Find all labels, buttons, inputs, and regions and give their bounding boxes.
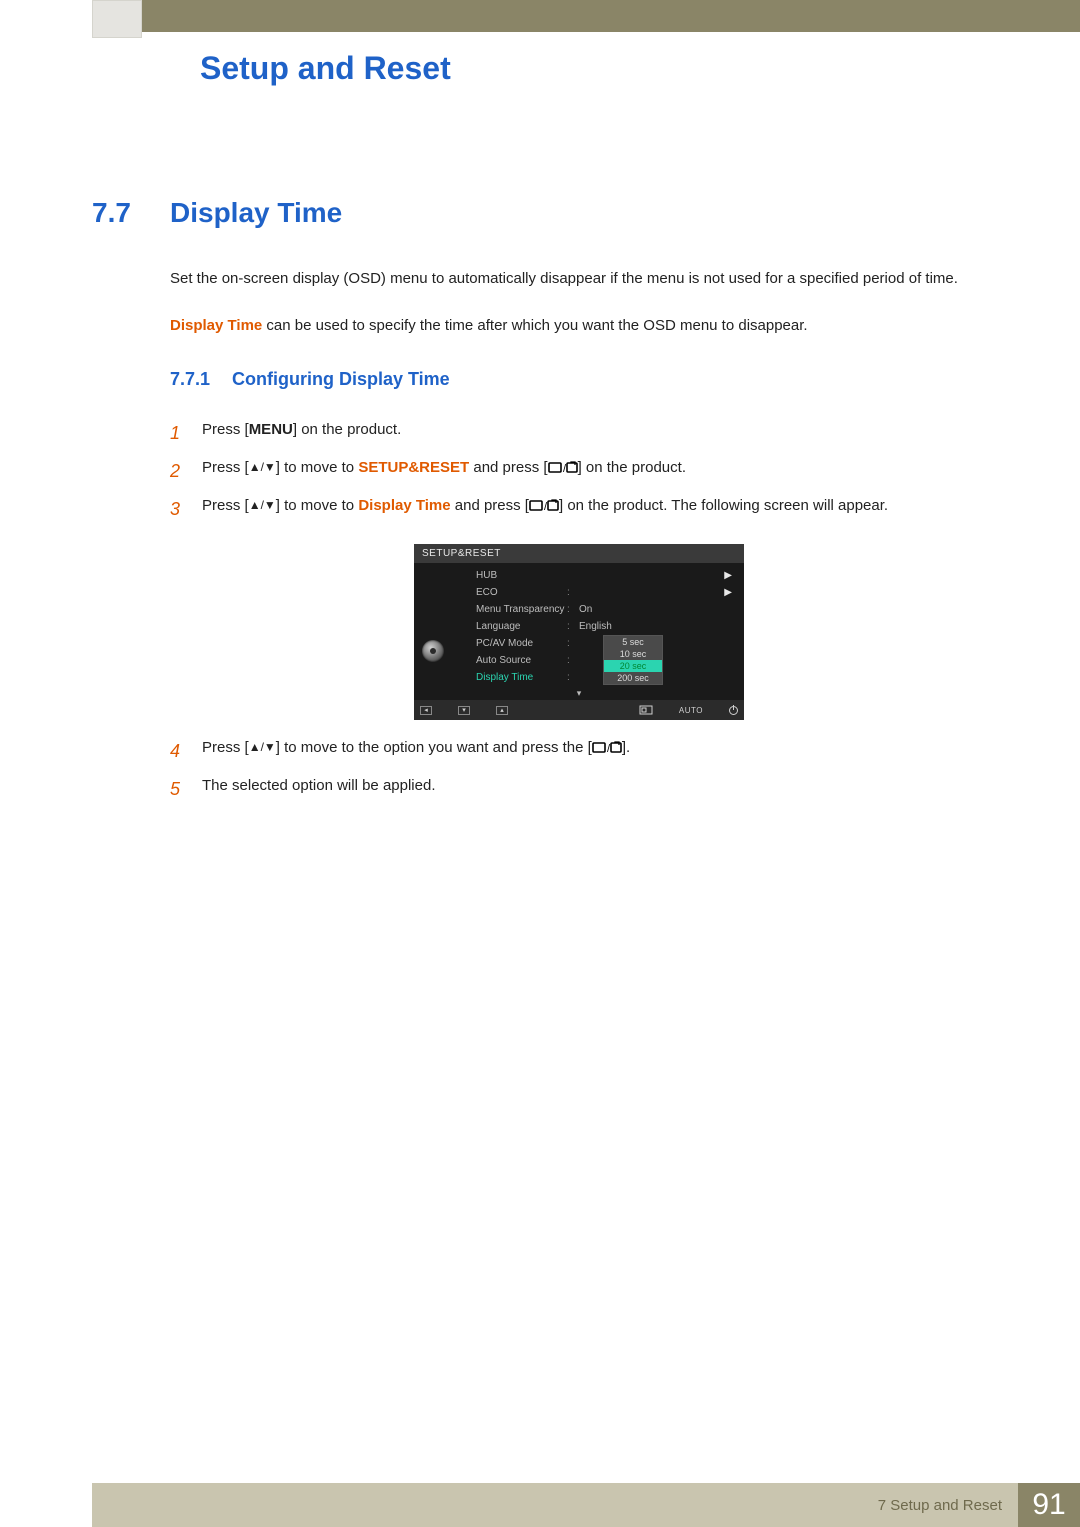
- footer-chapter: 7 Setup and Reset: [878, 1497, 1002, 1514]
- step-number: 5: [170, 772, 202, 806]
- section-heading: 7.7 Display Time: [92, 197, 988, 229]
- step-text: Press [▲/▼] to move to Display Time and …: [202, 492, 988, 521]
- section-number: 7.7: [92, 197, 170, 229]
- footer-page-number: 91: [1018, 1483, 1080, 1527]
- intro-paragraph-2: Display Time can be used to specify the …: [170, 314, 988, 339]
- step-number: 4: [170, 734, 202, 768]
- osd-row-label: Display Time: [452, 672, 567, 683]
- page-footer: 7 Setup and Reset 91: [92, 1483, 1080, 1527]
- osd-row: Menu Transparency:On: [452, 601, 736, 618]
- step-number: 1: [170, 416, 202, 450]
- osd-row-label: PC/AV Mode: [452, 638, 567, 649]
- enter-source-icon: /: [529, 497, 559, 514]
- step-text: The selected option will be applied.: [202, 772, 988, 801]
- step-1: 1 Press [MENU] on the product.: [170, 416, 988, 450]
- header-bar: [92, 0, 1080, 32]
- osd-menu-list: HUB▶ECO:▶Menu Transparency:OnLanguage:En…: [452, 563, 744, 688]
- osd-sidebar: [414, 563, 452, 688]
- step-number: 2: [170, 454, 202, 488]
- osd-row-label: Menu Transparency: [452, 604, 567, 615]
- osd-row: ECO: ▶: [452, 584, 736, 601]
- intro2-rest: can be used to specify the time after wh…: [262, 317, 807, 334]
- osd-screenshot: SETUP&RESET HUB▶ECO:▶Menu Transparency:O…: [170, 544, 988, 720]
- osd-row-label: Language: [452, 621, 567, 632]
- osd-row-colon: :: [567, 621, 579, 632]
- step-5: 5 The selected option will be applied.: [170, 772, 988, 806]
- nav-left-icon: ◂: [420, 706, 432, 715]
- up-down-icon: ▲/▼: [249, 740, 276, 754]
- nav-down-icon: ▾: [458, 706, 470, 715]
- intro-paragraph-1: Set the on-screen display (OSD) menu to …: [170, 267, 988, 292]
- osd-row: HUB ▶: [452, 567, 736, 584]
- osd-dropdown: 5 sec10 sec20 sec200 sec: [603, 635, 663, 685]
- up-down-icon: ▲/▼: [249, 498, 276, 512]
- osd-dropdown-item: 200 sec: [604, 672, 662, 684]
- osd-row-label: Auto Source: [452, 655, 567, 666]
- enter-source-icon: /: [548, 459, 578, 476]
- osd-row: Language:English: [452, 618, 736, 635]
- nav-source-icon: [639, 705, 653, 715]
- step-text: Press [MENU] on the product.: [202, 416, 988, 445]
- osd-bottom-bar: ◂ ▾ ▴ AUTO: [414, 700, 744, 720]
- menu-key: MENU: [249, 421, 293, 438]
- nav-auto-label: AUTO: [679, 706, 703, 715]
- osd-row: Auto Source:: [452, 652, 736, 669]
- osd-dropdown-item: 10 sec: [604, 648, 662, 660]
- enter-source-icon: /: [592, 739, 622, 756]
- step-3: 3 Press [▲/▼] to move to Display Time an…: [170, 492, 988, 526]
- chapter-title: Setup and Reset: [200, 50, 1080, 87]
- osd-row-colon: :: [567, 587, 579, 598]
- osd-title: SETUP&RESET: [414, 544, 744, 563]
- osd-panel: SETUP&RESET HUB▶ECO:▶Menu Transparency:O…: [414, 544, 744, 720]
- section-title: Display Time: [170, 197, 342, 229]
- chapter-tab: [92, 0, 142, 38]
- page-body: 7.7 Display Time Set the on-screen displ…: [92, 87, 988, 806]
- osd-scroll-down-icon: ▾: [414, 688, 744, 700]
- step-2: 2 Press [▲/▼] to move to SETUP&RESET and…: [170, 454, 988, 488]
- step-4: 4 Press [▲/▼] to move to the option you …: [170, 734, 988, 768]
- step-text: Press [▲/▼] to move to the option you wa…: [202, 734, 988, 763]
- subsection-title: Configuring Display Time: [232, 369, 450, 390]
- setup-reset-label: SETUP&RESET: [358, 459, 469, 476]
- osd-row-value: English: [579, 621, 736, 632]
- power-icon: [729, 706, 738, 715]
- chevron-right-icon: ▶: [724, 587, 736, 598]
- steps-list: 1 Press [MENU] on the product. 2 Press […: [170, 416, 988, 807]
- osd-row-colon: :: [567, 638, 579, 649]
- osd-row-colon: :: [567, 604, 579, 615]
- step-number: 3: [170, 492, 202, 526]
- up-down-icon: ▲/▼: [249, 460, 276, 474]
- display-time-target: Display Time: [358, 497, 450, 514]
- subsection-number: 7.7.1: [170, 369, 232, 390]
- osd-row: PC/AV Mode:: [452, 635, 736, 652]
- chevron-right-icon: ▶: [724, 570, 736, 581]
- step-text: Press [▲/▼] to move to SETUP&RESET and p…: [202, 454, 988, 483]
- osd-row-colon: :: [567, 672, 579, 683]
- nav-up-icon: ▴: [496, 706, 508, 715]
- osd-dropdown-item: 5 sec: [604, 636, 662, 648]
- osd-row-value: On: [579, 604, 736, 615]
- subsection-heading: 7.7.1 Configuring Display Time: [170, 369, 988, 390]
- display-time-label: Display Time: [170, 317, 262, 334]
- gear-icon: [422, 640, 444, 662]
- osd-row: Display Time:5 sec10 sec20 sec200 sec: [452, 669, 736, 686]
- osd-row-label: HUB: [452, 570, 567, 581]
- osd-row-colon: :: [567, 655, 579, 666]
- osd-dropdown-item: 20 sec: [604, 660, 662, 672]
- osd-row-label: ECO: [452, 587, 567, 598]
